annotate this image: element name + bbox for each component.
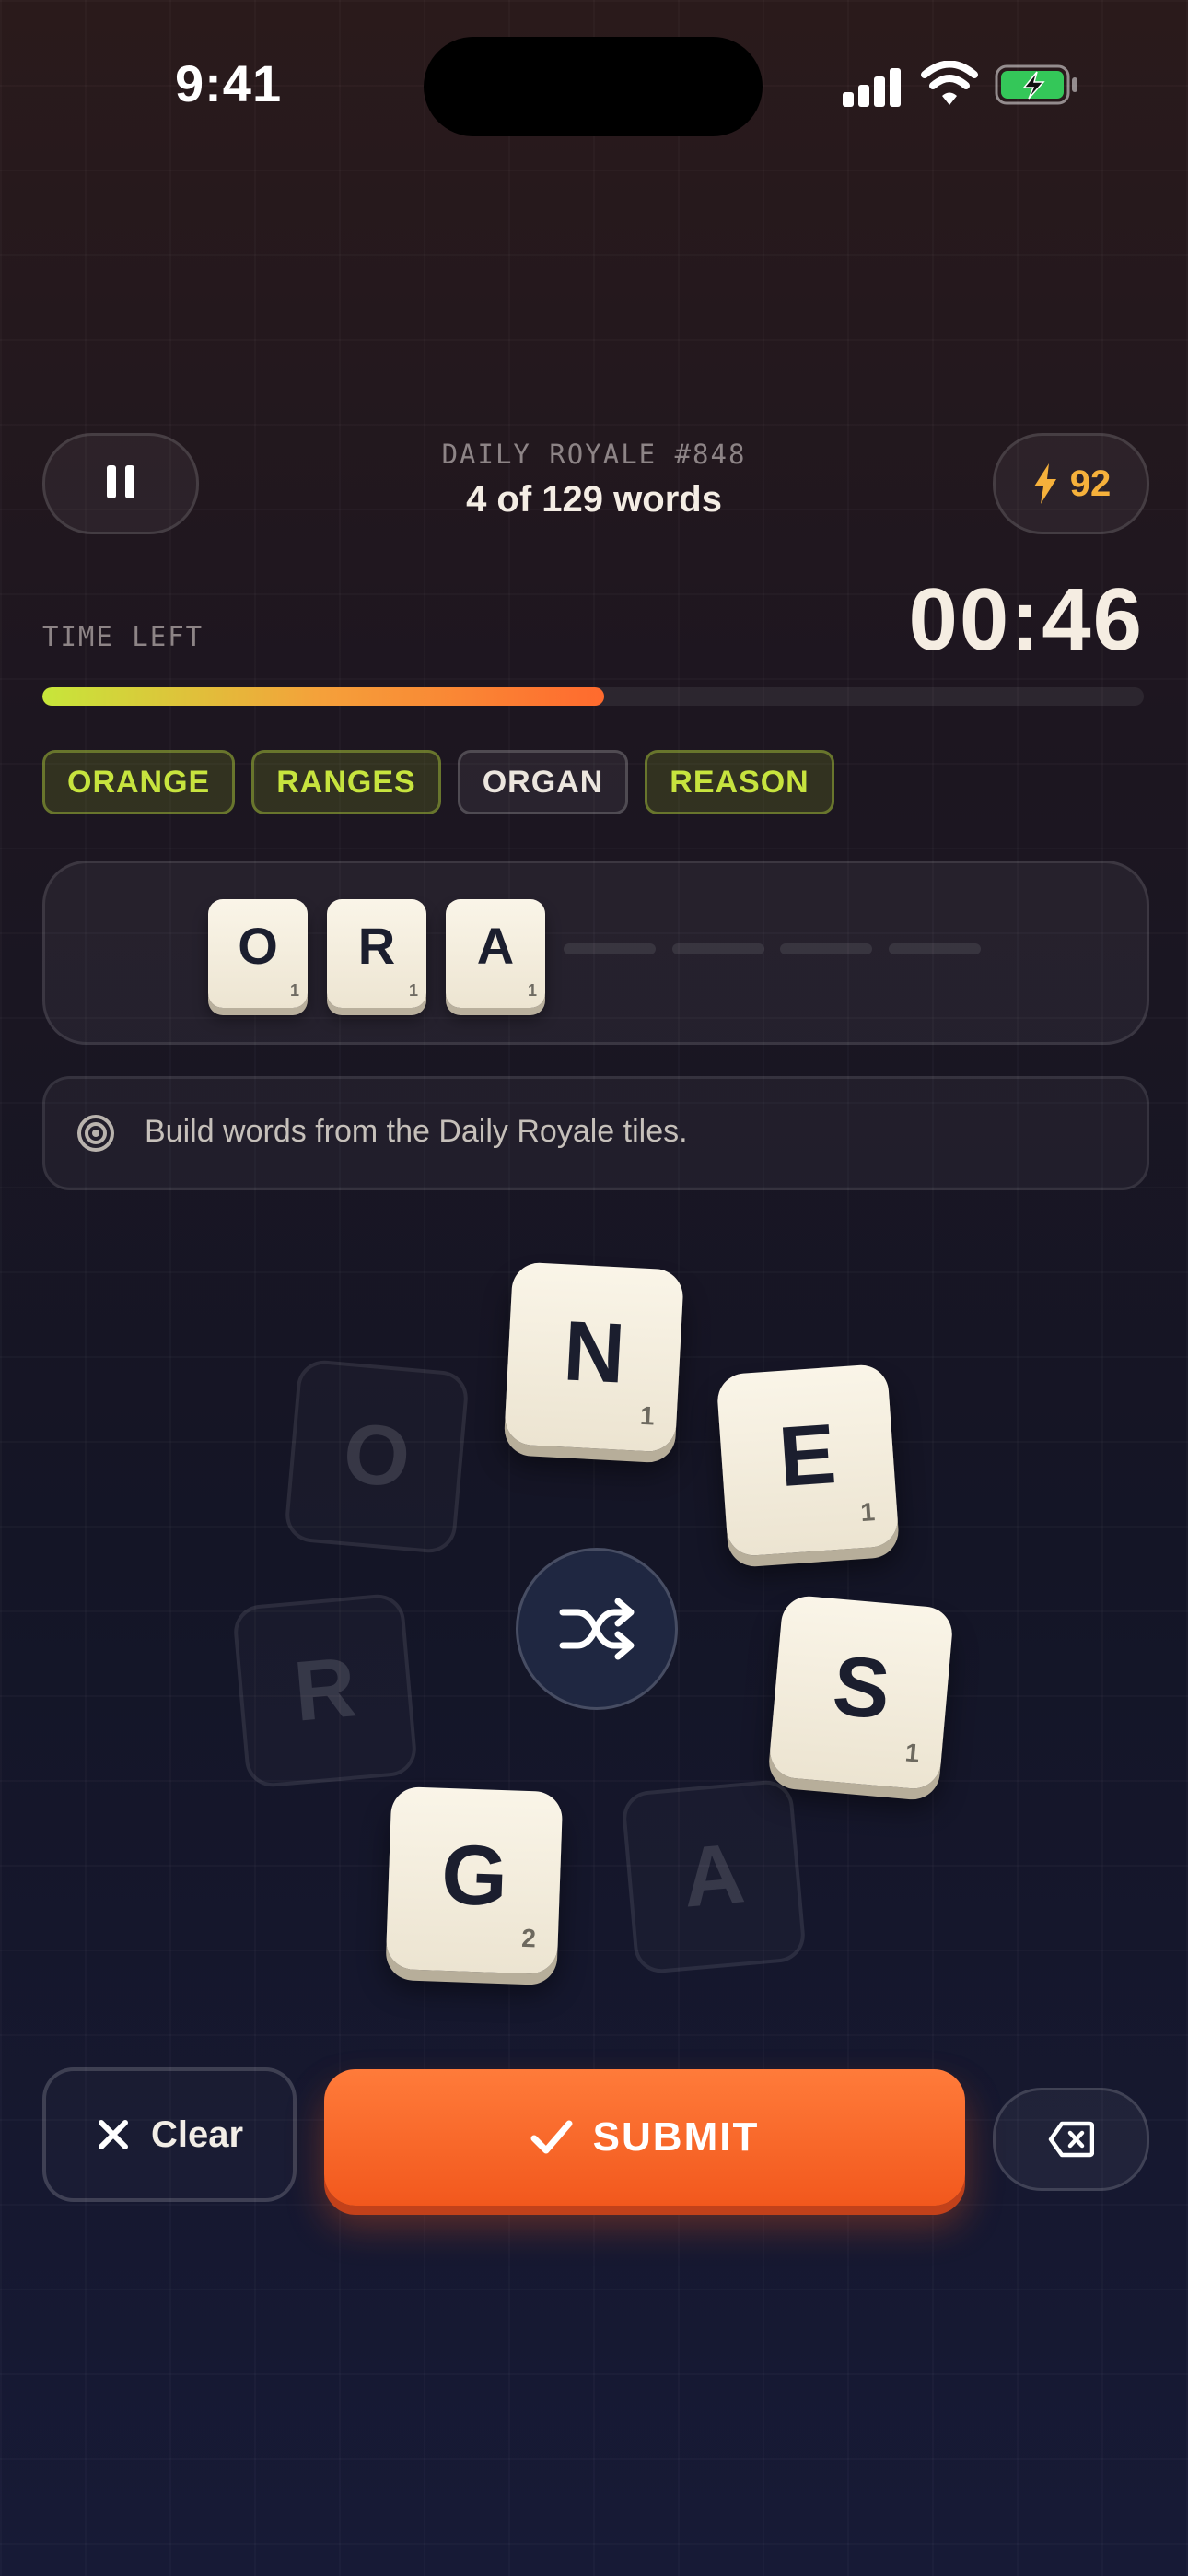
tile-points: 1 [527, 981, 537, 1000]
letter-tile-used[interactable]: R [231, 1592, 419, 1789]
target-icon [77, 1115, 114, 1152]
tile-points: 1 [289, 981, 299, 1000]
found-word-chip: ORANGE [42, 750, 236, 814]
checkmark-icon [530, 2120, 573, 2154]
hint-text: Build words from the Daily Royale tiles. [145, 1114, 688, 1149]
tile-points: 1 [408, 981, 418, 1000]
time-progress-bar [42, 687, 1144, 706]
tile-letter: A [476, 917, 515, 975]
tile-points: 2 [520, 1923, 537, 1953]
found-word-chip: REASON [645, 750, 834, 814]
tile-letter: E [775, 1406, 839, 1505]
shuffle-icon [559, 1598, 635, 1660]
empty-letter-slot [564, 943, 656, 954]
time-progress-fill [42, 687, 604, 706]
clear-button[interactable]: Clear [42, 2067, 297, 2202]
letter-tile-used[interactable]: O [283, 1358, 471, 1555]
submit-button[interactable]: SUBMIT [324, 2069, 965, 2206]
tile-points: 1 [859, 1497, 877, 1528]
tile-points: 1 [639, 1400, 656, 1431]
empty-letter-slot [672, 943, 764, 954]
lightning-icon [1033, 463, 1056, 504]
tile-letter: R [357, 917, 396, 975]
clear-label: Clear [150, 2113, 244, 2155]
found-word-chip: ORGAN [457, 750, 629, 814]
dynamic-island [424, 37, 763, 136]
found-words-list: ORANGE RANGES ORGAN REASON [42, 750, 834, 814]
shuffle-button[interactable] [516, 1548, 678, 1710]
tile-letter: O [339, 1406, 414, 1505]
tile-letter: A [679, 1826, 749, 1926]
submit-label: SUBMIT [592, 2114, 760, 2160]
battery-charging-icon [995, 64, 1077, 105]
close-icon [98, 2120, 128, 2149]
letter-tile[interactable]: E 1 [716, 1363, 900, 1558]
selected-tile[interactable]: O 1 [208, 899, 308, 1008]
tile-letter: S [829, 1638, 894, 1738]
wifi-icon [921, 61, 978, 105]
letter-tile[interactable]: N 1 [503, 1261, 685, 1453]
tile-letter: O [238, 917, 278, 975]
status-time: 9:41 [175, 54, 283, 112]
countdown-timer: 00:46 [908, 570, 1144, 669]
tile-letter: G [439, 1827, 509, 1925]
found-word-chip: RANGES [251, 750, 441, 814]
hint-banner: Build words from the Daily Royale tiles. [42, 1076, 1149, 1190]
cellular-signal-icon [843, 64, 902, 107]
selected-tile[interactable]: A 1 [446, 899, 545, 1008]
empty-letter-slot [889, 943, 981, 954]
tile-letter: R [290, 1640, 360, 1739]
letter-tile[interactable]: S 1 [767, 1594, 955, 1791]
tile-points: 1 [903, 1738, 921, 1768]
energy-badge[interactable]: 92 [993, 433, 1149, 534]
letter-tile-used[interactable]: A [620, 1778, 808, 1975]
tile-letter: N [561, 1304, 628, 1401]
backspace-icon [1048, 2121, 1094, 2158]
selected-tile[interactable]: R 1 [327, 899, 426, 1008]
energy-value: 92 [1069, 463, 1112, 504]
backspace-button[interactable] [993, 2088, 1149, 2191]
time-left-label: TIME LEFT [42, 621, 204, 652]
letter-tile[interactable]: G 2 [385, 1786, 564, 1975]
empty-letter-slot [780, 943, 872, 954]
